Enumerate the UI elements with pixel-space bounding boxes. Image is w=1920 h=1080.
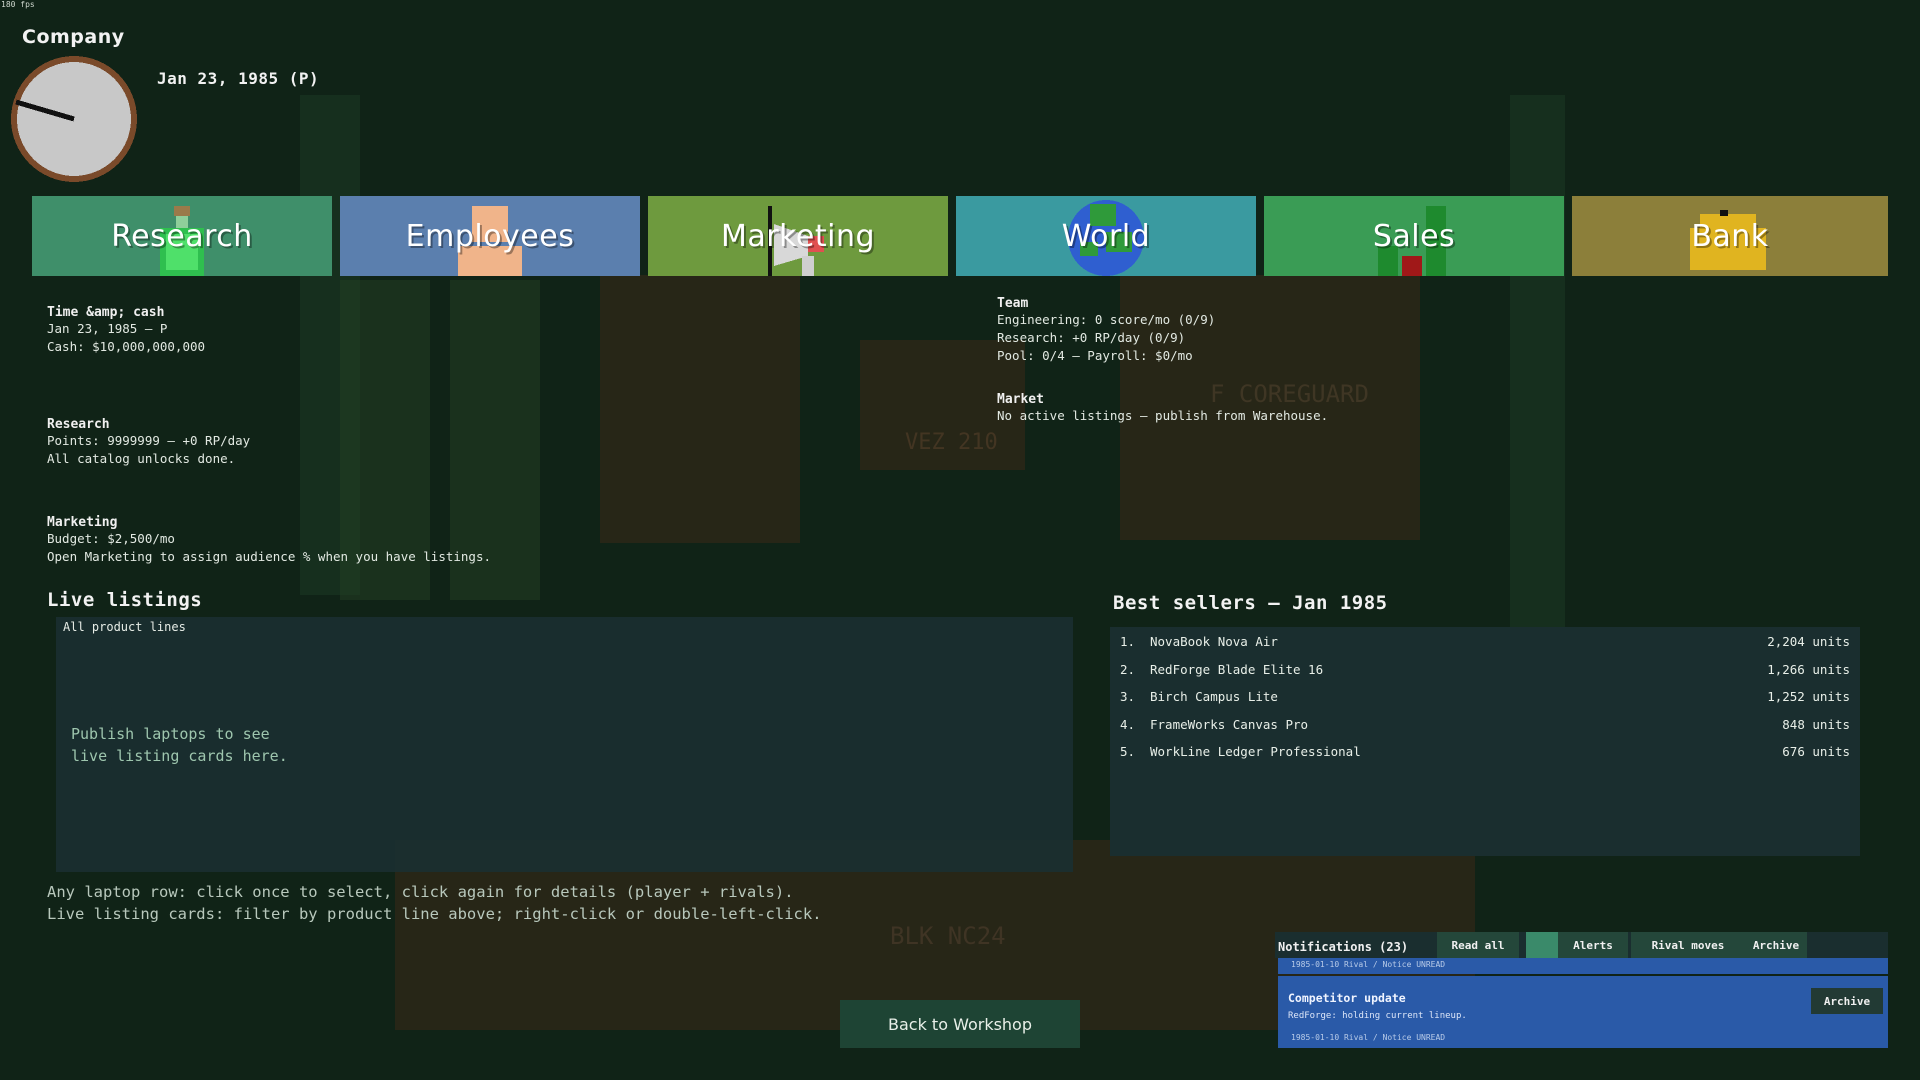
empty-listings-message: Publish laptops to see live listing card… [71,725,288,765]
team-section: Team Engineering: 0 score/mo (0/9) Resea… [997,296,1215,365]
section-heading: Time &amp; cash [47,305,165,320]
alerts-tab[interactable]: Alerts [1558,932,1628,958]
page-title: Company [22,26,125,48]
units-sold: 2,204 units [1767,634,1850,649]
tab-world[interactable]: World [956,196,1256,276]
time-cash-section: Time &amp; cash Jan 23, 1985 – P Cash: $… [47,305,205,356]
product-name: Birch Campus Lite [1150,689,1278,704]
bg-text: VEZ 210 [905,430,998,455]
info-line: Research: +0 RP/day (0/9) [997,330,1186,345]
product-line-filter[interactable]: All product lines [63,620,186,634]
table-row[interactable]: 5. WorkLine Ledger Professional 676 unit… [1110,744,1860,766]
archive-button[interactable]: Archive [1811,988,1883,1014]
tab-label: Research [111,218,253,254]
info-line: Open Marketing to assign audience % when… [47,549,492,564]
clock-icon [10,52,138,186]
info-line: Budget: $2,500/mo [47,531,175,546]
units-sold: 848 units [1782,717,1850,732]
rank: 5. [1120,744,1136,759]
best-sellers-title: Best sellers – Jan 1985 [1113,592,1388,614]
info-line: All catalog unlocks done. [47,451,236,466]
tab-employees[interactable]: Employees [340,196,640,276]
info-line: Pool: 0/4 – Payroll: $0/mo [997,348,1193,363]
notification-meta: 1985-01-10 Rival / Notice UNREAD [1291,960,1446,969]
table-row[interactable]: 3. Birch Campus Lite 1,252 units [1110,689,1860,711]
rival-moves-tab[interactable]: Rival moves [1631,932,1745,958]
bg-text: BLK NC24 [890,922,1006,950]
product-name: NovaBook Nova Air [1150,634,1278,649]
section-heading: Team [997,296,1029,311]
info-line: No active listings – publish from Wareho… [997,408,1329,423]
table-row[interactable]: 4. FrameWorks Canvas Pro 848 units [1110,717,1860,739]
rank: 2. [1120,662,1136,677]
notification-meta: 1985-01-10 Rival / Notice UNREAD [1291,1033,1446,1042]
marketing-section: Marketing Budget: $2,500/mo Open Marketi… [47,515,491,566]
rank: 4. [1120,717,1136,732]
bg-block [600,275,800,543]
tab-sales[interactable]: Sales [1264,196,1564,276]
info-line: Jan 23, 1985 – P [47,321,168,336]
product-name: WorkLine Ledger Professional [1150,744,1361,759]
tab-research[interactable]: Research [32,196,332,276]
product-name: FrameWorks Canvas Pro [1150,717,1309,732]
tab-marketing[interactable]: Marketing [648,196,948,276]
rank: 1. [1120,634,1136,649]
tab-label: Bank [1691,218,1769,254]
tab-label: Employees [405,218,575,254]
fps-counter: 180 fps [1,0,35,9]
market-section: Market No active listings – publish from… [997,392,1328,425]
research-section: Research Points: 9999999 – +0 RP/day All… [47,417,250,468]
live-listings-title: Live listings [47,589,203,611]
notifications-title: Notifications (23) [1278,940,1409,954]
tab-bar: Research Employees Marketing World Sales… [32,196,1888,276]
notification-body: RedForge: holding current lineup. [1288,1011,1467,1021]
filter-toggle[interactable] [1526,932,1558,958]
archive-tab[interactable]: Archive [1745,932,1807,958]
tab-bank[interactable]: Bank [1572,196,1888,276]
back-to-workshop-button[interactable]: Back to Workshop [840,1000,1080,1048]
tab-label: Sales [1372,218,1456,254]
info-line: Cash: $10,000,000,000 [47,339,206,354]
tab-label: Marketing [720,218,876,254]
rank: 3. [1120,689,1136,704]
notification-card[interactable]: Competitor update RedForge: holding curr… [1278,976,1888,1048]
hint-text: Any laptop row: click once to select, cl… [47,883,794,901]
info-line: Engineering: 0 score/mo (0/9) [997,312,1216,327]
info-line: Points: 9999999 – +0 RP/day [47,433,251,448]
tab-label: World [1061,218,1151,254]
units-sold: 1,252 units [1767,689,1850,704]
notification-title: Competitor update [1288,991,1406,1005]
game-date: Jan 23, 1985 (P) [157,69,320,88]
section-heading: Market [997,392,1044,407]
product-name: RedForge Blade Elite 16 [1150,662,1324,677]
hint-text: Live listing cards: filter by product li… [47,905,822,923]
read-all-button[interactable]: Read all [1437,932,1519,958]
section-heading: Research [47,417,110,432]
units-sold: 676 units [1782,744,1850,759]
table-row[interactable]: 2. RedForge Blade Elite 16 1,266 units [1110,662,1860,684]
section-heading: Marketing [47,515,118,530]
table-row[interactable]: 1. NovaBook Nova Air 2,204 units [1110,634,1860,656]
units-sold: 1,266 units [1767,662,1850,677]
best-sellers-panel: 1. NovaBook Nova Air 2,204 units 2. RedF… [1110,627,1860,856]
notification-card[interactable]: 1985-01-10 Rival / Notice UNREAD [1278,958,1888,974]
